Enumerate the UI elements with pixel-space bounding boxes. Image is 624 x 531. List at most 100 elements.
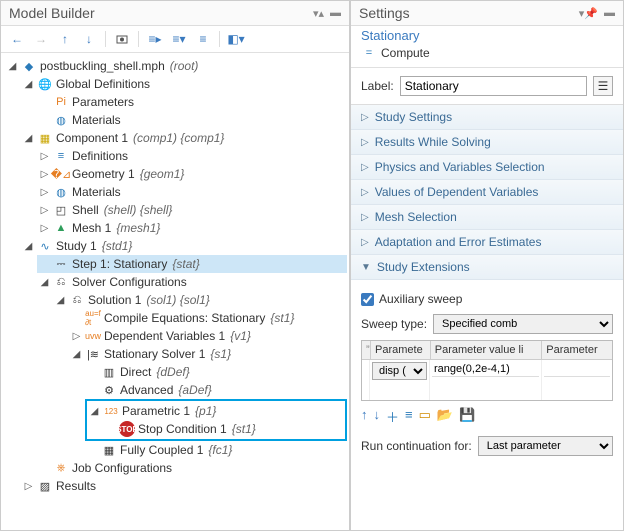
move-down-button[interactable]: ↓ — [374, 407, 381, 426]
minimize-icon[interactable]: ▬ — [330, 7, 341, 20]
stationary-solver-node[interactable]: ◢|≋ Stationary Solver 1 {s1} — [69, 345, 347, 363]
stop-condition-node[interactable]: STOP Stop Condition 1 {st1} — [103, 420, 345, 438]
expand-icon[interactable]: ◢ — [55, 295, 66, 306]
direct-icon: ▥ — [101, 364, 117, 380]
param-values-input[interactable] — [432, 362, 539, 377]
param-table: ” Paramete Parameter value li Parameter … — [361, 340, 613, 401]
job-icon: ⎈ — [53, 460, 69, 476]
collapse-all-button[interactable]: ≡▸ — [145, 29, 165, 49]
shell-node[interactable]: ▷◰ Shell (shell) {shell} — [37, 201, 347, 219]
settings-header: Settings ▾📌 ▬ — [351, 1, 623, 26]
model-builder-toolbar: ← → ↑ ↓ ≡▸ ≡▾ ≡ ◧▾ — [1, 26, 349, 53]
expand-icon[interactable]: ▷ — [39, 223, 50, 234]
step-stationary-node[interactable]: ⎓ Step 1: Stationary {stat} — [37, 255, 347, 273]
expand-icon[interactable]: ◢ — [7, 61, 18, 72]
label-props-button[interactable]: ☰ — [593, 76, 613, 96]
aux-sweep-checkbox[interactable] — [361, 293, 374, 306]
expand-icon[interactable]: ▷ — [23, 481, 34, 492]
results-node[interactable]: ▷▨ Results — [21, 477, 347, 495]
component-icon: ▦ — [37, 130, 53, 146]
section-adaptation[interactable]: ▷Adaptation and Error Estimates — [351, 230, 623, 255]
expand-icon[interactable]: ▷ — [39, 169, 50, 180]
list-button[interactable]: ≡ — [193, 29, 213, 49]
expand-icon[interactable]: ▷ — [39, 151, 50, 162]
down-button[interactable]: ↓ — [79, 29, 99, 49]
expand-icon[interactable]: ◢ — [23, 79, 34, 90]
minimize-icon[interactable]: ▬ — [604, 7, 615, 20]
show-button[interactable] — [112, 29, 132, 49]
section-dep-vars[interactable]: ▷Values of Dependent Variables — [351, 180, 623, 205]
back-button[interactable]: ← — [7, 29, 27, 49]
pin-icon[interactable]: ▾📌 — [579, 7, 598, 20]
run-cont-label: Run continuation for: — [361, 439, 472, 453]
chevron-right-icon: ▷ — [361, 112, 369, 123]
move-up-button[interactable]: ↑ — [361, 407, 368, 426]
parametric-node[interactable]: ◢123 Parametric 1 {p1} — [87, 402, 345, 420]
col-unit: Parameter — [542, 341, 612, 359]
save-button[interactable]: 💾 — [459, 407, 475, 426]
section-study-settings[interactable]: ▷Study Settings — [351, 105, 623, 130]
add-button[interactable]: ＋ — [386, 407, 399, 426]
expand-icon[interactable]: ▷ — [39, 187, 50, 198]
solution-node[interactable]: ◢⎌ Solution 1 (sol1) {sol1} — [53, 291, 347, 309]
sweep-type-select[interactable]: Specified comb — [433, 314, 613, 334]
section-physics-vars[interactable]: ▷Physics and Variables Selection — [351, 155, 623, 180]
expand-icon[interactable]: ▷ — [39, 205, 50, 216]
label-input[interactable] — [400, 76, 587, 96]
section-results-while[interactable]: ▷Results While Solving — [351, 130, 623, 155]
table-toolbar: ↑ ↓ ＋ ≡ ▭ 📂 💾 — [361, 401, 613, 432]
tree-view-button[interactable]: ◧▾ — [226, 29, 246, 49]
compute-button[interactable]: = Compute — [351, 43, 623, 68]
definitions-node[interactable]: ▷≡ Definitions — [37, 147, 347, 165]
delete-button[interactable]: ≡ — [405, 407, 413, 426]
section-mesh-sel[interactable]: ▷Mesh Selection — [351, 205, 623, 230]
up-button[interactable]: ↑ — [55, 29, 75, 49]
parameters-node[interactable]: Pi Parameters — [37, 93, 347, 111]
mesh-node[interactable]: ▷▲ Mesh 1 {mesh1} — [37, 219, 347, 237]
solution-icon: ⎌ — [69, 292, 85, 308]
pi-icon: Pi — [53, 94, 69, 110]
parametric-icon: 123 — [103, 403, 119, 419]
compile-icon: au=f∂t — [85, 310, 101, 326]
materials-comp-node[interactable]: ▷◍ Materials — [37, 183, 347, 201]
global-definitions-node[interactable]: ◢ 🌐 Global Definitions — [21, 75, 347, 93]
compile-node[interactable]: au=f∂t Compile Equations: Stationary {st… — [69, 309, 347, 327]
component-node[interactable]: ◢ ▦ Component 1 (comp1) {comp1} — [21, 129, 347, 147]
section-study-ext[interactable]: ▼Study Extensions — [351, 255, 623, 280]
sweep-type-label: Sweep type: — [361, 317, 427, 331]
expand-icon[interactable]: ◢ — [89, 406, 100, 417]
expand-icon[interactable]: ◢ — [39, 277, 50, 288]
chevron-right-icon: ▷ — [361, 212, 369, 223]
table-row[interactable]: disp ( — [362, 360, 612, 382]
param-unit-input[interactable] — [544, 362, 610, 377]
expand-icon[interactable]: ◢ — [71, 349, 82, 360]
expand-all-button[interactable]: ≡▾ — [169, 29, 189, 49]
clear-button[interactable]: ▭ — [419, 407, 431, 426]
model-tree[interactable]: ◢ ◆ postbuckling_shell.mph (root) ◢ 🌐 Gl… — [1, 53, 349, 530]
study-node[interactable]: ◢ ∿ Study 1 {std1} — [21, 237, 347, 255]
expand-icon[interactable]: ◢ — [23, 241, 34, 252]
solver-configs-node[interactable]: ◢⎌ Solver Configurations — [37, 273, 347, 291]
run-cont-select[interactable]: Last parameter — [478, 436, 613, 456]
advanced-icon: ⚙ — [101, 382, 117, 398]
fully-coupled-node[interactable]: ▦ Fully Coupled 1 {fc1} — [85, 441, 347, 459]
materials-icon: ◍ — [53, 184, 69, 200]
aux-sweep-label: Auxiliary sweep — [379, 292, 462, 306]
results-icon: ▨ — [37, 478, 53, 494]
root-node[interactable]: ◢ ◆ postbuckling_shell.mph (root) — [5, 57, 347, 75]
table-handle[interactable]: ” — [362, 341, 371, 359]
job-configs-node[interactable]: ⎈ Job Configurations — [37, 459, 347, 477]
expand-icon[interactable]: ▷ — [71, 331, 82, 342]
forward-button: → — [31, 29, 51, 49]
collapse-icon[interactable]: ▾▴ — [313, 7, 324, 20]
materials-node[interactable]: ◍ Materials — [37, 111, 347, 129]
depvars-node[interactable]: ▷uvw Dependent Variables 1 {v1} — [69, 327, 347, 345]
param-select[interactable]: disp ( — [372, 362, 427, 380]
definitions-icon: ≡ — [53, 148, 69, 164]
chevron-right-icon: ▷ — [361, 237, 369, 248]
geometry-node[interactable]: ▷�⊿ Geometry 1 {geom1} — [37, 165, 347, 183]
advanced-node[interactable]: ⚙ Advanced {aDef} — [85, 381, 347, 399]
load-button[interactable]: 📂 — [437, 407, 453, 426]
expand-icon[interactable]: ◢ — [23, 133, 34, 144]
direct-node[interactable]: ▥ Direct {dDef} — [85, 363, 347, 381]
